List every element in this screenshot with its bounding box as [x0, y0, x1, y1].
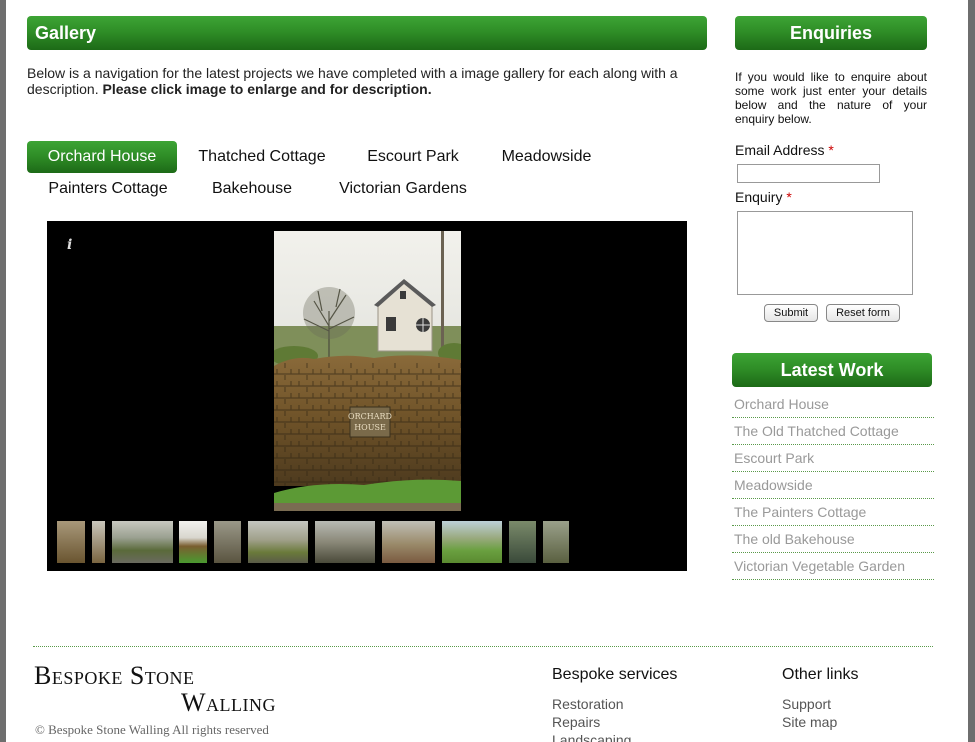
reset-form-button[interactable]: Reset form: [826, 304, 900, 322]
page: Gallery Below is a navigation for the la…: [6, 0, 968, 742]
latest-work-item-orchard-house[interactable]: Orchard House: [732, 391, 934, 418]
logo-line1: Bespoke Stone: [34, 661, 195, 690]
footer-link-support[interactable]: Support: [782, 696, 831, 712]
tab-escourt-park[interactable]: Escourt Park: [347, 141, 479, 173]
gallery-heading: Gallery: [27, 16, 707, 50]
latest-work-list: Orchard House The Old Thatched Cottage E…: [732, 391, 934, 580]
info-icon[interactable]: i: [67, 237, 72, 253]
enquiry-textarea[interactable]: [737, 211, 913, 295]
intro-bold-text: Please click image to enlarge and for de…: [102, 81, 432, 97]
thumbnail[interactable]: [57, 521, 85, 563]
thumbnail[interactable]: [315, 521, 375, 563]
email-label: Email Address *: [735, 142, 834, 158]
main-photo-image: ORCHARD HOUSE: [274, 231, 461, 511]
latest-work-item-victorian-vegetable-garden[interactable]: Victorian Vegetable Garden: [732, 553, 934, 580]
email-field[interactable]: [737, 164, 880, 183]
tab-bakehouse[interactable]: Bakehouse: [197, 173, 307, 205]
footer-divider: [33, 646, 933, 647]
thumbnail[interactable]: [92, 521, 105, 563]
latest-work-heading: Latest Work: [732, 353, 932, 387]
thumbnail[interactable]: [543, 521, 569, 563]
thumbnail[interactable]: [248, 521, 308, 563]
enquiries-description: If you would like to enquire about some …: [735, 70, 927, 126]
logo-line2: Walling: [180, 688, 276, 717]
enquiry-label: Enquiry *: [735, 189, 792, 205]
latest-work-item-meadowside[interactable]: Meadowside: [732, 472, 934, 499]
latest-work-item-old-bakehouse[interactable]: The old Bakehouse: [732, 526, 934, 553]
thumbnail[interactable]: [382, 521, 435, 563]
submit-button[interactable]: Submit: [764, 304, 818, 322]
thumbnail[interactable]: [112, 521, 173, 563]
sign-text-line1: ORCHARD: [348, 412, 392, 421]
latest-work-item-escourt-park[interactable]: Escourt Park: [732, 445, 934, 472]
enquiry-label-text: Enquiry: [735, 189, 783, 205]
tab-victorian-gardens[interactable]: Victorian Gardens: [323, 173, 483, 205]
other-links-heading: Other links: [782, 666, 859, 683]
footer-link-repairs[interactable]: Repairs: [552, 714, 600, 730]
required-marker: *: [828, 142, 834, 158]
thumbnail[interactable]: [509, 521, 536, 563]
services-heading: Bespoke services: [552, 666, 678, 683]
image-viewer: i ORCHARD HOUSE: [47, 221, 687, 571]
footer-link-restoration[interactable]: Restoration: [552, 696, 624, 712]
tab-thatched-cottage[interactable]: Thatched Cottage: [187, 141, 337, 173]
tab-orchard-house[interactable]: Orchard House: [27, 141, 177, 173]
required-marker: *: [786, 189, 792, 205]
footer-link-landscaping[interactable]: Landscaping: [552, 732, 631, 742]
tab-painters-cottage[interactable]: Painters Cottage: [33, 173, 183, 205]
main-photo[interactable]: ORCHARD HOUSE: [274, 231, 461, 511]
latest-work-item-painters-cottage[interactable]: The Painters Cottage: [732, 499, 934, 526]
gallery-intro: Below is a navigation for the latest pro…: [27, 65, 707, 97]
copyright-text: © Bespoke Stone Walling All rights reser…: [35, 722, 269, 737]
site-logo[interactable]: Bespoke Stone Walling: [34, 662, 284, 716]
thumbnail-active[interactable]: [179, 521, 207, 563]
thumbnail[interactable]: [442, 521, 502, 563]
thumbnail[interactable]: [214, 521, 241, 563]
footer-link-site-map[interactable]: Site map: [782, 714, 837, 730]
latest-work-item-old-thatched-cottage[interactable]: The Old Thatched Cottage: [732, 418, 934, 445]
thumbnail-strip: [47, 521, 687, 563]
sign-text-line2: HOUSE: [354, 423, 386, 432]
enquiries-heading: Enquiries: [735, 16, 927, 50]
email-label-text: Email Address: [735, 142, 825, 158]
tab-meadowside[interactable]: Meadowside: [489, 141, 604, 173]
